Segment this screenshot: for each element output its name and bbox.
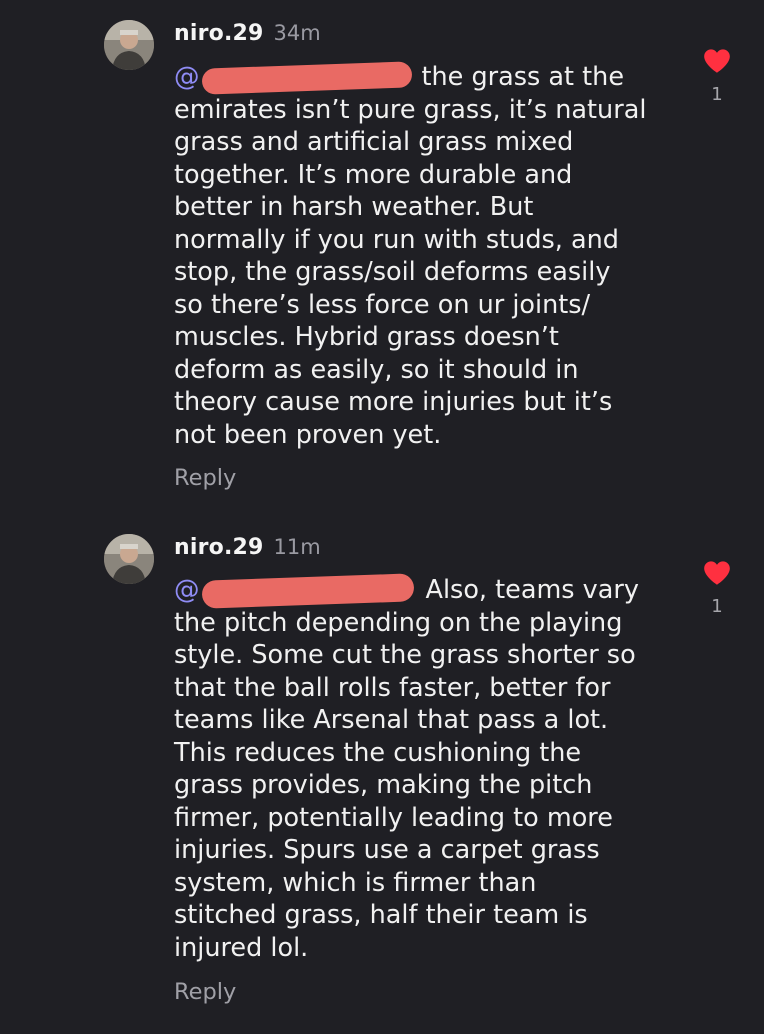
comment-line: theory cause more injuries but it’s <box>174 387 613 417</box>
comment-line: stitched grass, half their team is <box>174 900 588 930</box>
comment-line: style. Some cut the grass shorter so <box>174 640 636 670</box>
heart-icon[interactable] <box>703 48 731 74</box>
comment-line: muscles. Hybrid grass doesn’t <box>174 322 559 352</box>
comment-line: better in harsh weather. But <box>174 192 534 222</box>
comment-header: niro.29 11m <box>174 535 321 560</box>
comment-line: not been proven yet. <box>174 419 442 450</box>
comment-line: system, which is firmer than <box>174 867 537 898</box>
comment-line: that the ball rolls faster, better for <box>174 672 611 703</box>
comment-line-first: @ Also, teams vary <box>174 573 664 609</box>
comment-line: injured lol. <box>174 932 309 963</box>
username[interactable]: niro.29 <box>174 535 264 560</box>
comment-line: together. It’s more durable and <box>174 159 573 190</box>
redaction-mark <box>201 573 414 609</box>
comment-line: teams like Arsenal that pass a lot. <box>174 705 609 735</box>
comment-line: grass provides, making the pitch <box>174 770 593 800</box>
comment-line: This reduces the cushioning the <box>174 737 582 768</box>
timestamp: 11m <box>273 535 321 559</box>
like-count: 1 <box>711 596 723 617</box>
comment-line: firmer, potentially leading to more <box>174 802 613 833</box>
comment-header: niro.29 34m <box>174 21 321 46</box>
username[interactable]: niro.29 <box>174 21 264 46</box>
redaction-mark <box>201 61 412 95</box>
comment-line: emirates isn’t pure grass, it’s natural <box>174 94 647 125</box>
comment-line: injuries. Spurs use a carpet grass <box>174 835 600 865</box>
comment-text: @ Also, teams vary the pitch depending on… <box>174 573 664 964</box>
comment-line: stop, the grass/soil deforms easily <box>174 257 611 287</box>
like-count: 1 <box>711 84 723 105</box>
heart-icon[interactable] <box>703 560 731 586</box>
mention-link[interactable]: @ <box>174 61 422 95</box>
reply-button[interactable]: Reply <box>174 465 236 491</box>
comment-line: deform as easily, so it should in <box>174 354 579 385</box>
like-control: 1 <box>700 560 734 617</box>
comment-line-first: @ the grass at the <box>174 61 664 95</box>
like-control: 1 <box>700 48 734 105</box>
comment-text: @ the grass at the emirates isn’t pure gr… <box>174 61 664 451</box>
avatar[interactable] <box>104 20 154 70</box>
comment-line: normally if you run with studs, and <box>174 224 619 255</box>
timestamp: 34m <box>273 21 321 45</box>
mention-link[interactable]: @ <box>174 573 426 609</box>
reply-button[interactable]: Reply <box>174 979 236 1005</box>
comment-line: grass and artificial grass mixed <box>174 127 574 157</box>
avatar[interactable] <box>104 534 154 584</box>
comment-line: so there’s less force on ur joints/ <box>174 289 591 320</box>
comment-line: the pitch depending on the playing <box>174 607 623 638</box>
